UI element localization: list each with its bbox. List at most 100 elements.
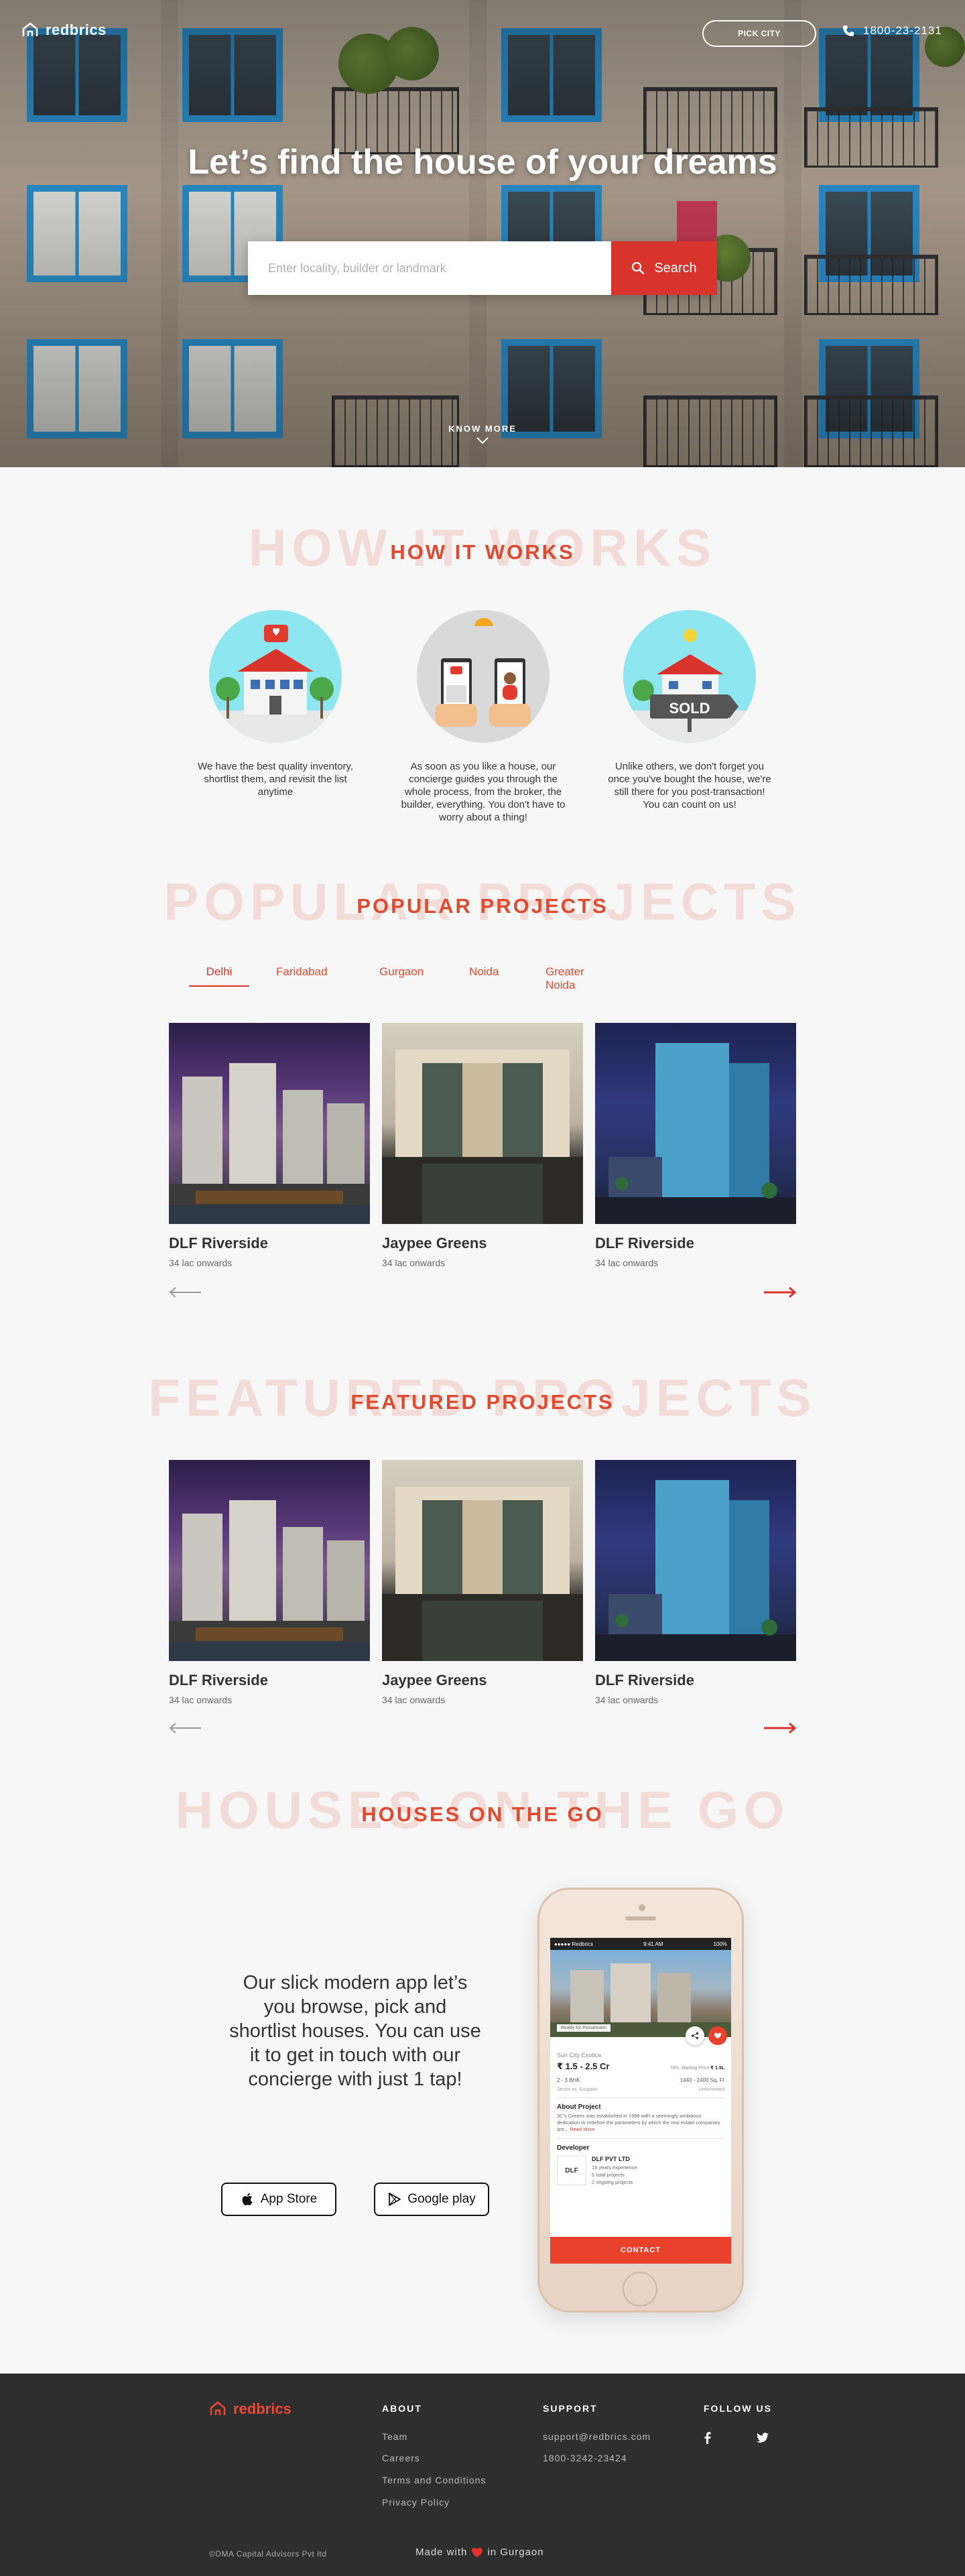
- how-step-text: We have the best quality inventory, shor…: [197, 761, 354, 798]
- app-developer-title: Developer: [557, 2144, 590, 2152]
- apple-icon: [242, 2193, 253, 2205]
- brand-name: redbrics: [46, 21, 107, 38]
- phone-speaker: [625, 1916, 656, 1920]
- phone-number[interactable]: 1800-23-2131: [842, 24, 942, 38]
- how-step-text: As soon as you like a house, our concier…: [401, 761, 566, 823]
- arrow-left-icon[interactable]: [168, 1287, 202, 1298]
- made-in-text: in Gurgaon: [487, 2547, 544, 2558]
- search-button[interactable]: Search: [611, 241, 717, 295]
- project-image: [169, 1023, 370, 1224]
- footer-link-team[interactable]: Team: [382, 2431, 407, 2442]
- search-input[interactable]: [248, 241, 611, 295]
- footer-link-terms[interactable]: Terms and Conditions: [382, 2475, 486, 2486]
- footer-link-careers[interactable]: Careers: [382, 2453, 420, 2463]
- how-step-1: We have the best quality inventory, shor…: [192, 610, 359, 798]
- tab-noida[interactable]: Noida: [469, 965, 499, 985]
- footer: redbrics ABOUT Team Careers Terms and Co…: [0, 2374, 965, 2576]
- project-card[interactable]: DLF Riverside 34 lac onwards: [595, 1460, 796, 1705]
- sold-badge: SOLD: [669, 700, 710, 717]
- app-store-button[interactable]: App Store: [221, 2183, 336, 2216]
- footer-support-title: SUPPORT: [543, 2403, 598, 2414]
- arrow-right-icon[interactable]: [763, 1723, 797, 1733]
- footer-support-email[interactable]: support@redbrics.com: [543, 2431, 651, 2442]
- brand-logo[interactable]: redbrics: [21, 21, 107, 39]
- app-project-price: ₹ 1.5 - 2.5 Cr: [557, 2061, 610, 2071]
- sold-sign-icon: SOLD: [623, 610, 756, 743]
- footer-link-privacy[interactable]: Privacy Policy: [382, 2497, 450, 2508]
- section-title-how-it-works: HOW IT WORKS: [390, 540, 575, 564]
- house-heart-icon: [209, 610, 342, 743]
- chevron-down-icon: [476, 437, 489, 444]
- hero-overlay: [0, 0, 965, 467]
- top-navbar: redbrics PICK CITY 1800-23-2131: [0, 0, 965, 64]
- facebook-icon[interactable]: [701, 2431, 714, 2445]
- project-card[interactable]: DLF Riverside 34 lac onwards: [595, 1023, 796, 1268]
- project-name: Jaypee Greens: [382, 1235, 487, 1251]
- favorite-icon[interactable]: [708, 2026, 727, 2045]
- status-carrier: ●●●●● Redbrics: [554, 1941, 593, 1947]
- google-play-icon: [389, 2193, 401, 2206]
- app-project-name: Sun City Exotica: [557, 2052, 602, 2059]
- hero-title: Let’s find the house of your dreams: [188, 143, 777, 182]
- how-step-3: SOLD Unlike others, we don't forget you …: [606, 610, 773, 811]
- contact-button[interactable]: CONTACT: [550, 2237, 731, 2264]
- app-project-details: Sun City Exotica ₹ 1.5 - 2.5 Cr DPL Star…: [550, 2037, 731, 2191]
- know-more-link[interactable]: KNOW MORE: [0, 424, 965, 444]
- project-price: 34 lac onwards: [382, 1695, 446, 1705]
- made-with-text: Made with: [415, 2547, 468, 2558]
- know-more-label: KNOW MORE: [448, 424, 517, 434]
- twitter-icon[interactable]: [756, 2431, 769, 2445]
- developer-logo: DLF: [557, 2156, 586, 2185]
- project-card[interactable]: Jaypee Greens 34 lac onwards: [382, 1023, 583, 1268]
- footer-support-phone[interactable]: 1800-3242-23424: [543, 2453, 627, 2463]
- app-description: Our slick modern app let’s you browse, p…: [229, 1972, 481, 2090]
- project-name: DLF Riverside: [169, 1235, 268, 1251]
- app-screen: ●●●●● Redbrics 9:41 AM 100% Ready for Po…: [550, 1938, 731, 2264]
- phones-chat-icon: [417, 610, 550, 743]
- google-play-button[interactable]: Google play: [374, 2183, 489, 2216]
- app-bhk: 2 - 3 BHK: [557, 2077, 580, 2083]
- project-image: [595, 1460, 796, 1661]
- app-price-alt: ₹ 1.5L: [710, 2066, 724, 2071]
- section-title-popular-projects: POPULAR PROJECTS: [357, 894, 608, 918]
- status-battery: 100%: [713, 1941, 727, 1947]
- tab-delhi[interactable]: Delhi: [189, 965, 249, 987]
- search-button-label: Search: [654, 260, 697, 275]
- tab-greater-noida[interactable]: Greater Noida: [545, 965, 584, 999]
- made-with-love: Made with in Gurgaon: [415, 2547, 544, 2558]
- project-image: [382, 1023, 583, 1224]
- app-about-title: About Project: [557, 2103, 601, 2111]
- pick-city-button[interactable]: PICK CITY: [702, 20, 816, 47]
- app-area: 1440 - 2400 Sq. Ft: [680, 2077, 724, 2083]
- google-play-label: Google play: [407, 2192, 476, 2206]
- share-icon[interactable]: [686, 2026, 704, 2045]
- project-price: 34 lac onwards: [169, 1695, 233, 1705]
- project-card[interactable]: Jaypee Greens 34 lac onwards: [382, 1460, 583, 1705]
- copyright: ©DMA Capital Advisors Pvt ltd: [209, 2549, 327, 2559]
- app-furnish: Unfurnished: [699, 2087, 724, 2092]
- project-card[interactable]: DLF Riverside 34 lac onwards: [169, 1023, 370, 1268]
- section-title-featured-projects: FEATURED PROJECTS: [350, 1390, 615, 1414]
- arrow-right-icon[interactable]: [763, 1287, 797, 1298]
- house-logo-icon: [22, 22, 38, 36]
- footer-logo[interactable]: redbrics: [209, 2400, 292, 2418]
- read-more-link[interactable]: Read More: [570, 2126, 594, 2132]
- phone-camera: [639, 1904, 645, 1911]
- app-status-bar: ●●●●● Redbrics 9:41 AM 100%: [550, 1938, 731, 1950]
- heart-icon: [472, 2547, 483, 2557]
- tab-gurgaon[interactable]: Gurgaon: [379, 965, 424, 985]
- arrow-left-icon[interactable]: [168, 1723, 202, 1733]
- project-card[interactable]: DLF Riverside 34 lac onwards: [169, 1460, 370, 1705]
- phone-number-text: 1800-23-2131: [863, 24, 942, 37]
- search-icon: [632, 261, 645, 275]
- footer-brand-name: redbrics: [233, 2400, 292, 2417]
- how-step-text: Unlike others, we don't forget you once …: [608, 761, 771, 810]
- developer-stat: 2 ongoing projects: [592, 2179, 633, 2185]
- phone-icon: [843, 25, 854, 36]
- app-price-note: DPL Starting Price: [670, 2066, 710, 2071]
- project-price: 34 lac onwards: [595, 1258, 659, 1268]
- tab-faridabad[interactable]: Faridabad: [276, 965, 328, 985]
- project-price: 34 lac onwards: [382, 1258, 446, 1268]
- footer-follow-title: FOLLOW US: [704, 2403, 772, 2414]
- project-price: 34 lac onwards: [595, 1695, 659, 1705]
